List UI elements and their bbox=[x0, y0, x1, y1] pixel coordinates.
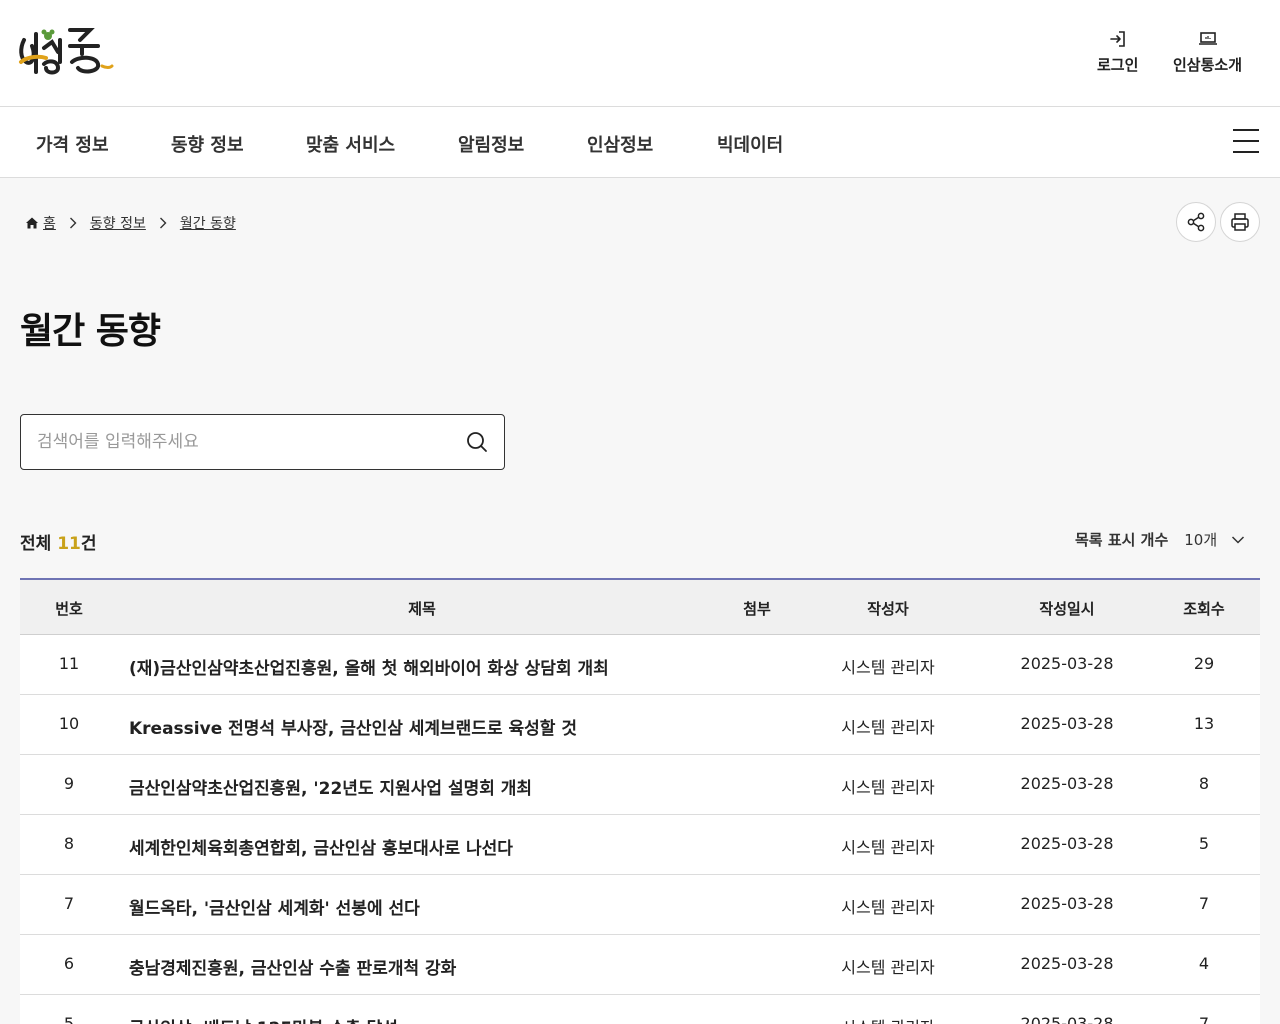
table-row: 5 금산인삼, 베트남 125만불 수출 달성 시스템 관리자 2025-03-… bbox=[20, 995, 1260, 1024]
table-row: 10 Kreassive 전명석 부사장, 금산인삼 세계브랜드로 육성할 것 … bbox=[20, 695, 1260, 755]
row-no: 9 bbox=[63, 774, 75, 793]
per-page-control: 목록 표시 개수 10개 bbox=[1075, 529, 1245, 550]
row-date: 2025-03-28 bbox=[1020, 774, 1114, 793]
nav-item-ginseng-info[interactable]: 인삼정보 bbox=[587, 131, 653, 157]
row-author: 시스템 관리자 bbox=[841, 1014, 934, 1024]
chevron-right-icon bbox=[159, 217, 167, 229]
table-row: 8 세계한인체육회총연합회, 금산인삼 홍보대사로 나선다 시스템 관리자 20… bbox=[20, 815, 1260, 875]
search-input[interactable] bbox=[37, 415, 457, 469]
table-row: 9 금산인삼약초산업진흥원, '22년도 지원사업 설명회 개최 시스템 관리자… bbox=[20, 755, 1260, 815]
row-no: 6 bbox=[63, 954, 75, 973]
row-no: 7 bbox=[63, 894, 75, 913]
row-views: 5 bbox=[1198, 834, 1210, 853]
per-page-label: 목록 표시 개수 bbox=[1075, 531, 1169, 549]
breadcrumb-home[interactable]: 홈 bbox=[43, 213, 56, 233]
laptop-icon bbox=[1198, 32, 1217, 45]
main-nav: 가격 정보 동향 정보 맞춤 서비스 알림정보 인삼정보 빅데이터 bbox=[0, 107, 1280, 178]
header-title: 제목 bbox=[408, 600, 436, 618]
breadcrumb-monthly-trend[interactable]: 월간 동향 bbox=[180, 213, 236, 233]
row-date: 2025-03-28 bbox=[1020, 894, 1114, 913]
per-page-select[interactable]: 10개 bbox=[1184, 529, 1245, 550]
printer-icon bbox=[1231, 213, 1249, 231]
search-box bbox=[20, 414, 505, 470]
row-title-link[interactable]: (재)금산인삼약초산업진흥원, 올해 첫 해외바이어 화상 상담회 개최 bbox=[129, 654, 609, 679]
nav-item-trend[interactable]: 동향 정보 bbox=[171, 131, 244, 157]
row-date: 2025-03-28 bbox=[1020, 834, 1114, 853]
login-label: 로그인 bbox=[1097, 56, 1139, 74]
row-views: 29 bbox=[1193, 654, 1215, 673]
row-views: 7 bbox=[1198, 1014, 1210, 1024]
table-row: 11 (재)금산인삼약초산업진흥원, 올해 첫 해외바이어 화상 상담회 개최 … bbox=[20, 635, 1260, 695]
total-count: 전체 11건 bbox=[20, 529, 97, 554]
site-header: 로그인 인삼통소개 bbox=[0, 0, 1280, 107]
row-author: 시스템 관리자 bbox=[841, 958, 935, 977]
login-icon bbox=[1109, 31, 1125, 47]
header-author: 작성자 bbox=[867, 600, 909, 618]
total-suffix: 건 bbox=[80, 534, 97, 554]
menu-icon[interactable] bbox=[1233, 129, 1259, 153]
chevron-down-icon bbox=[1232, 535, 1245, 544]
row-views: 13 bbox=[1193, 714, 1215, 733]
print-button[interactable] bbox=[1220, 202, 1260, 242]
chevron-right-icon bbox=[69, 217, 77, 229]
header-attachment: 첨부 bbox=[743, 600, 771, 618]
breadcrumb: 홈 동향 정보 월간 동향 bbox=[25, 213, 236, 233]
row-date: 2025-03-28 bbox=[1020, 654, 1114, 673]
nav-item-notice[interactable]: 알림정보 bbox=[458, 131, 524, 157]
row-no: 5 bbox=[63, 1014, 75, 1024]
header-date: 작성일시 bbox=[1039, 600, 1095, 618]
table-header: 번호 제목 첨부 작성자 작성일시 조회수 bbox=[20, 578, 1260, 635]
search-icon[interactable] bbox=[465, 430, 489, 454]
row-author: 시스템 관리자 bbox=[841, 658, 935, 677]
row-views: 8 bbox=[1198, 774, 1210, 793]
row-no: 10 bbox=[58, 714, 80, 733]
row-author: 시스템 관리자 bbox=[841, 718, 935, 737]
header-no: 번호 bbox=[55, 600, 83, 618]
login-link[interactable]: 로그인 bbox=[1097, 30, 1138, 75]
breadcrumb-trend[interactable]: 동향 정보 bbox=[90, 213, 146, 233]
share-button[interactable] bbox=[1176, 202, 1216, 242]
row-title-link[interactable]: 금산인삼약초산업진흥원, '22년도 지원사업 설명회 개최 bbox=[129, 774, 532, 799]
row-title-link[interactable]: 세계한인체육회총연합회, 금산인삼 홍보대사로 나선다 bbox=[129, 834, 513, 859]
table-row: 7 월드옥타, '금산인삼 세계화' 선봉에 선다 시스템 관리자 2025-0… bbox=[20, 875, 1260, 935]
total-number: 11 bbox=[57, 534, 81, 554]
nav-item-custom-service[interactable]: 맞춤 서비스 bbox=[306, 131, 395, 157]
row-title-link[interactable]: Kreassive 전명석 부사장, 금산인삼 세계브랜드로 육성할 것 bbox=[129, 714, 577, 739]
per-page-value: 10개 bbox=[1184, 531, 1218, 549]
row-author: 시스템 관리자 bbox=[841, 838, 935, 857]
nav-item-bigdata[interactable]: 빅데이터 bbox=[717, 131, 783, 157]
page-title: 월간 동향 bbox=[20, 311, 161, 352]
row-author: 시스템 관리자 bbox=[841, 778, 935, 797]
intro-label: 인삼통소개 bbox=[1173, 56, 1243, 74]
row-views: 7 bbox=[1198, 894, 1210, 913]
row-no: 11 bbox=[58, 654, 80, 673]
site-logo[interactable] bbox=[18, 22, 114, 82]
row-date: 2025-03-28 bbox=[1020, 714, 1114, 733]
board-table: 번호 제목 첨부 작성자 작성일시 조회수 11 (재)금산인삼약초산업진흥원,… bbox=[20, 578, 1260, 1024]
row-title-link[interactable]: 금산인삼, 베트남 125만불 수출 달성 bbox=[129, 1014, 398, 1024]
row-date: 2025-03-28 bbox=[1020, 1014, 1114, 1024]
row-author: 시스템 관리자 bbox=[841, 898, 935, 917]
row-title-link[interactable]: 충남경제진흥원, 금산인삼 수출 판로개척 강화 bbox=[129, 954, 456, 979]
table-row: 6 충남경제진흥원, 금산인삼 수출 판로개척 강화 시스템 관리자 2025-… bbox=[20, 935, 1260, 995]
share-icon bbox=[1187, 212, 1205, 232]
row-title-link[interactable]: 월드옥타, '금산인삼 세계화' 선봉에 선다 bbox=[129, 894, 420, 919]
intro-link[interactable]: 인삼통소개 bbox=[1173, 30, 1242, 75]
header-views: 조회수 bbox=[1183, 600, 1225, 618]
row-views: 4 bbox=[1198, 954, 1210, 973]
total-prefix: 전체 bbox=[20, 534, 58, 554]
home-icon bbox=[26, 217, 38, 229]
row-no: 8 bbox=[63, 834, 75, 853]
nav-item-price[interactable]: 가격 정보 bbox=[36, 131, 109, 157]
row-date: 2025-03-28 bbox=[1020, 954, 1114, 973]
